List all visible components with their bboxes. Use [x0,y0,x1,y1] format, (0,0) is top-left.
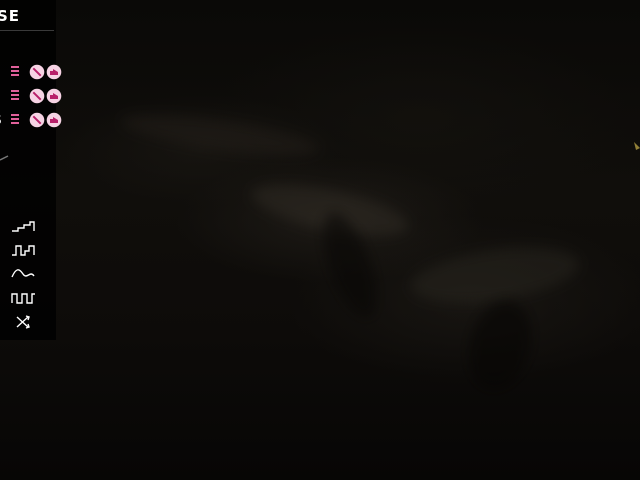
mute-icon[interactable] [29,88,45,104]
fabric-texture [407,238,583,312]
track-row-3: S [0,111,64,129]
square-step-wave-icon[interactable] [10,242,36,258]
list-icon[interactable] [11,66,19,78]
list-icon[interactable] [11,90,19,102]
sample-icon[interactable] [46,112,62,128]
control-panel: SE [0,0,62,340]
track-row-1 [0,63,64,81]
canvas-background: SE [0,0,640,480]
mute-icon[interactable] [29,64,45,80]
sample-icon[interactable] [46,64,62,80]
mute-icon[interactable] [29,112,45,128]
square-wave-icon[interactable] [10,290,36,306]
app-title: SE [0,7,21,25]
fabric-texture [459,293,541,397]
sparkle-icon [634,142,640,150]
list-icon[interactable] [11,114,19,126]
sawtooth-wave-icon[interactable] [10,218,36,234]
track-label: S [0,111,2,129]
collapse-handle-icon[interactable] [0,152,10,162]
shuffle-icon[interactable] [10,314,36,330]
track-row-2 [0,87,64,105]
sine-wave-icon[interactable] [10,266,36,282]
fabric-texture [118,106,322,164]
title-divider [0,30,54,31]
sample-icon[interactable] [46,88,62,104]
